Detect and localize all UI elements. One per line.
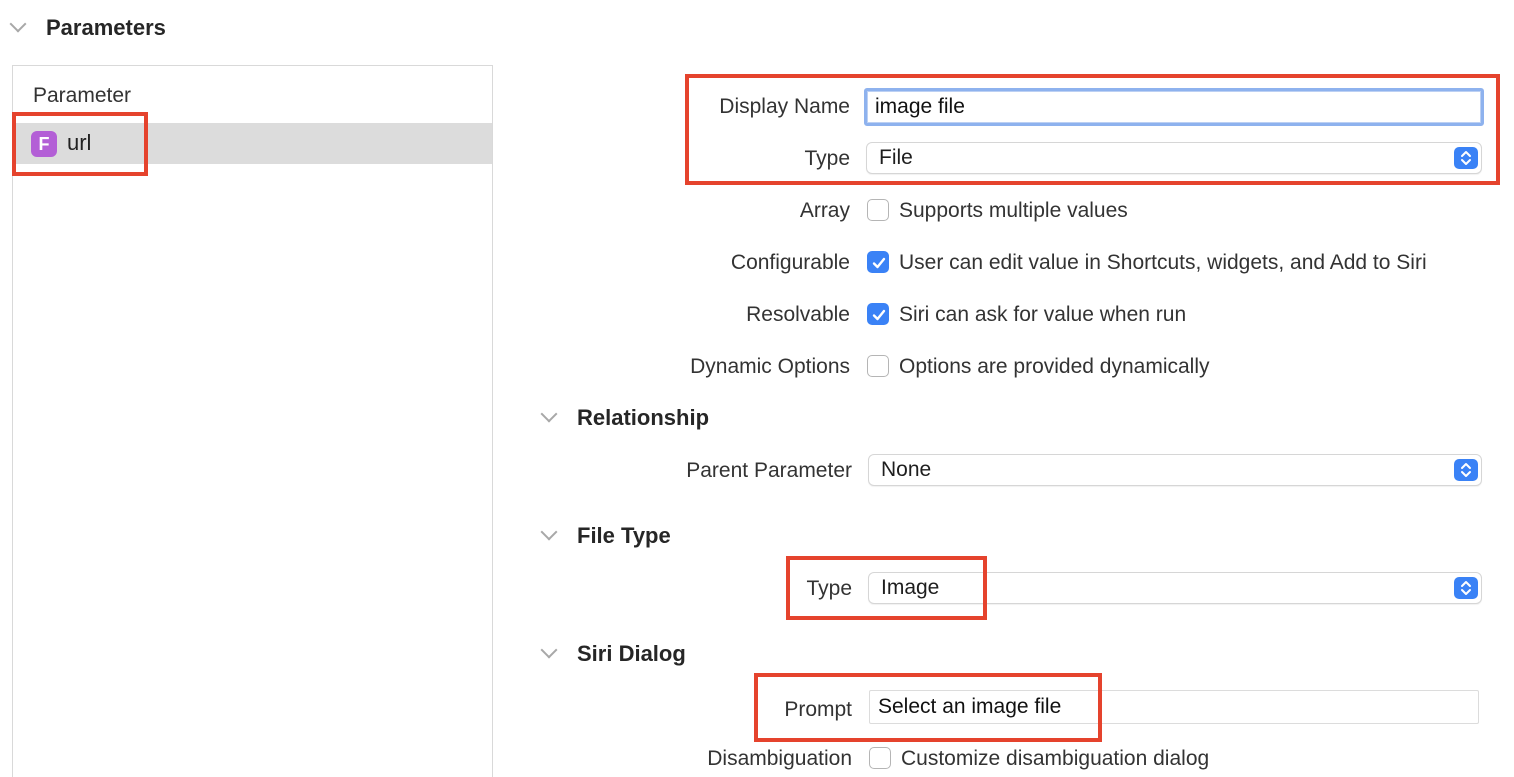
siri-dialog-section-title: Siri Dialog [577,641,686,666]
prompt-input[interactable] [869,690,1479,724]
parent-parameter-label: Parent Parameter [686,459,852,482]
dynamic-options-label: Dynamic Options [690,355,850,378]
display-name-input[interactable] [864,88,1484,126]
type-popup[interactable]: File [866,142,1482,174]
file-type-badge-icon: F [31,131,57,157]
configurable-checkbox[interactable] [867,251,889,273]
checkmark-icon [872,309,886,321]
parameter-list: Parameter F url [12,65,493,777]
disambiguation-label: Disambiguation [707,747,852,770]
parameter-row-url[interactable]: F url [13,123,492,164]
popup-stepper-icon [1454,147,1478,169]
parameters-section-title: Parameters [46,15,166,40]
relationship-section-title: Relationship [577,405,710,430]
siri-dialog-disclosure-chevron-icon[interactable] [540,641,558,659]
array-checkbox-label: Supports multiple values [899,199,1128,222]
type-label: Type [804,147,850,170]
file-type-section-title: File Type [577,523,671,548]
array-checkbox[interactable] [867,199,889,221]
array-label: Array [799,199,850,222]
parameter-column-header: Parameter [33,84,132,107]
configurable-label: Configurable [730,251,850,274]
dynamic-options-checkbox-label: Options are provided dynamically [899,355,1210,378]
parent-parameter-value: None [881,458,932,481]
resolvable-label: Resolvable [746,303,850,326]
disambiguation-checkbox-label: Customize disambiguation dialog [901,747,1210,770]
relationship-disclosure-chevron-icon[interactable] [540,405,558,423]
file-type-disclosure-chevron-icon[interactable] [540,523,558,541]
configurable-checkbox-label: User can edit value in Shortcuts, widget… [899,251,1427,274]
resolvable-checkbox-label: Siri can ask for value when run [899,303,1187,326]
type-popup-value: File [879,146,913,169]
prompt-label: Prompt [784,698,852,721]
parameters-disclosure-chevron-icon[interactable] [9,15,27,33]
dynamic-options-checkbox[interactable] [867,355,889,377]
resolvable-checkbox[interactable] [867,303,889,325]
file-type-popup[interactable]: Image [868,572,1482,604]
parameter-name: url [67,130,92,155]
checkmark-icon [872,257,886,269]
popup-stepper-icon [1454,459,1478,481]
file-type-type-label: Type [806,577,852,600]
popup-stepper-icon [1454,577,1478,599]
file-type-popup-value: Image [881,576,940,599]
parent-parameter-popup[interactable]: None [868,454,1482,486]
disambiguation-checkbox[interactable] [869,747,891,769]
display-name-label: Display Name [719,95,850,118]
